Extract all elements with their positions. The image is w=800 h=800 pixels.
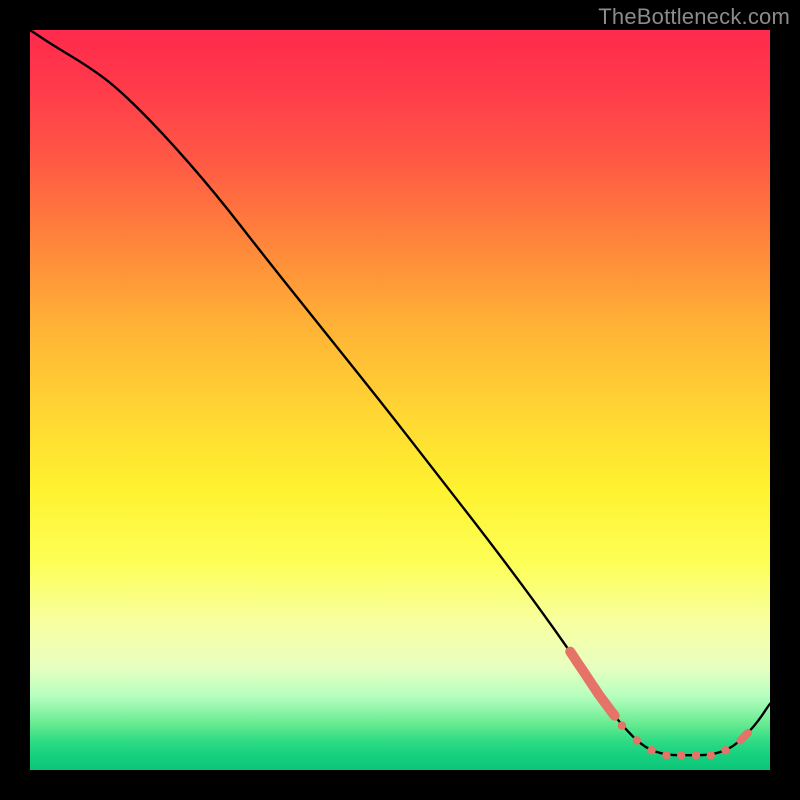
bottleneck-curve — [30, 30, 770, 755]
watermark-text: TheBottleneck.com — [598, 4, 790, 30]
highlight-segment — [570, 652, 614, 716]
valley-marker-dot — [647, 746, 655, 754]
highlight-segment — [740, 733, 747, 740]
valley-marker-dot — [677, 751, 685, 759]
chart-stage: TheBottleneck.com — [0, 0, 800, 800]
plot-area — [30, 30, 770, 770]
valley-marker-dot — [707, 751, 715, 759]
valley-marker-dot — [633, 736, 641, 744]
valley-marker-dot — [618, 721, 626, 729]
curve-svg — [30, 30, 770, 770]
valley-marker-dot — [662, 751, 670, 759]
highlight-thick-segments — [570, 652, 748, 741]
valley-marker-dot — [721, 746, 729, 754]
flat-marker-dots — [618, 721, 730, 759]
valley-marker-dot — [692, 751, 700, 759]
